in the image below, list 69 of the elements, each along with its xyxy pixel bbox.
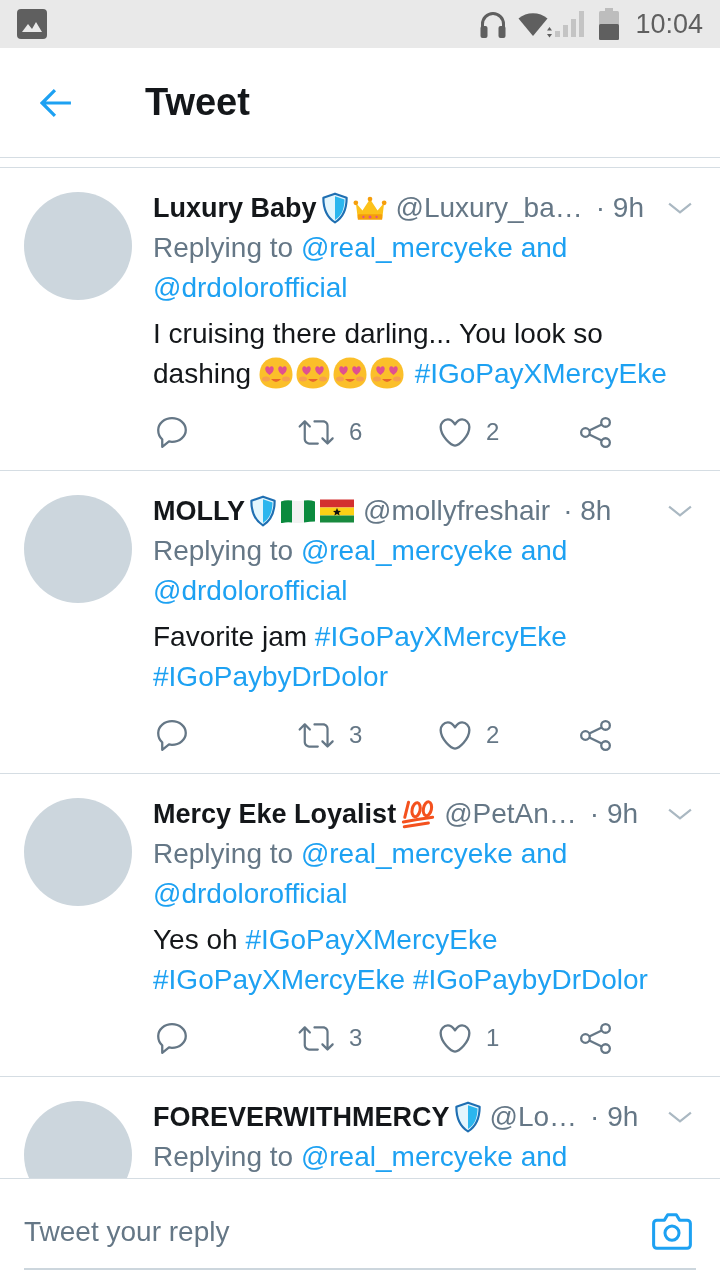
mention-link[interactable]: @real_mercyeke and [300,232,568,263]
heart-eyes-face-icon [295,357,330,389]
user-handle: @PetAn… [444,798,577,830]
share-icon[interactable] [580,719,611,751]
heart-eyes-face-icon [332,357,367,389]
flag-icon [281,499,315,523]
chevron-down-icon[interactable] [668,201,692,215]
heart-eyes-face-icon [258,357,293,389]
battery-icon [599,8,620,40]
wifi-icon [517,10,554,38]
reply-icon[interactable] [157,416,187,448]
hashtag-link[interactable]: #IGoPayXMercyEke [314,621,567,652]
reply-context: Replying to @real_mercyeke and @drdolorofficial [153,534,569,608]
retweet-button[interactable]: 3 [298,1024,363,1052]
tweet-text: Yes oh #IGoPayXMercyEke #IGoPayXMercyEke #IGoPaybyDrDolor [153,923,649,997]
hashtag-link[interactable]: #IGoPayXMercyEke [245,924,498,955]
like-button[interactable]: 2 [439,417,500,447]
tweet-time: · 9h [590,1101,639,1133]
share-icon[interactable] [580,416,611,448]
tweet-time: · 9h [589,798,639,830]
reply-context: Replying to @real_mercyeke and @drdolorofficial [153,231,569,305]
mention-link[interactable]: @real_mercyeke and [300,1141,568,1172]
reply-context: Replying to @real_mercyeke and [153,1140,569,1174]
reply-context: Replying to @real_mercyeke and @drdolorofficial [153,837,569,911]
mention-link[interactable]: @real_mercyeke and [300,838,568,869]
hundred-points-icon [401,799,436,829]
chevron-down-icon[interactable] [668,504,692,518]
tweet-text: Favorite jam #IGoPayXMercyEke #IGoPaybyDrDolor [153,620,568,694]
flag-icon [320,499,354,523]
mention-link[interactable]: @drdolorofficial [153,575,348,606]
display-name: FOREVERWITHMERCY [153,1101,450,1133]
user-handle: @Lo… [489,1101,578,1133]
like-button[interactable]: 2 [439,720,500,750]
like-button[interactable]: 1 [439,1023,500,1053]
reply-input-field[interactable]: Tweet your reply [24,1196,696,1270]
retweet-button[interactable]: 3 [298,721,363,749]
tweet-time: · 9h [595,192,644,224]
reply-icon[interactable] [157,1022,187,1054]
shield-icon [250,495,276,527]
status-time: 10:04 [635,8,703,40]
user-handle: @mollyfreshair [363,495,551,527]
chevron-down-icon[interactable] [668,1110,692,1124]
avatar[interactable] [24,1101,132,1178]
chevron-down-icon[interactable] [668,807,692,821]
display-name: Luxury Baby [153,192,317,224]
headphones-icon [479,9,508,39]
mention-link[interactable]: @drdolorofficial [153,878,348,909]
hashtag-link[interactable]: #IGoPayXMercyEke [414,358,667,389]
image-icon [17,9,47,39]
mention-link[interactable]: @real_mercyeke and [300,535,568,566]
tweet-time: · 8h [563,495,612,527]
page-title: Tweet [145,81,250,124]
shield-icon [454,1101,481,1133]
user-handle: @Luxury_ba… [395,192,583,224]
shield-icon [321,192,348,224]
camera-icon[interactable] [652,1213,692,1250]
hashtag-link[interactable]: #IGoPayXMercyEke [153,964,406,995]
hashtag-link[interactable]: #IGoPaybyDrDolor [412,964,648,995]
back-arrow-icon[interactable] [40,87,72,118]
heart-eyes-face-icon [369,357,404,389]
mention-link[interactable]: @drdolorofficial [153,272,348,303]
display-name: Mercy Eke Loyalist [153,798,397,830]
tweet-text: I cruising there darling... You look so dashing #IGoPayXMercyEke [153,317,668,391]
share-icon[interactable] [580,1022,611,1054]
crown-icon [352,195,387,221]
retweet-button[interactable]: 6 [298,418,363,446]
reply-icon[interactable] [157,719,187,751]
hashtag-link[interactable]: #IGoPaybyDrDolor [153,661,388,692]
display-name: MOLLY [153,495,245,527]
